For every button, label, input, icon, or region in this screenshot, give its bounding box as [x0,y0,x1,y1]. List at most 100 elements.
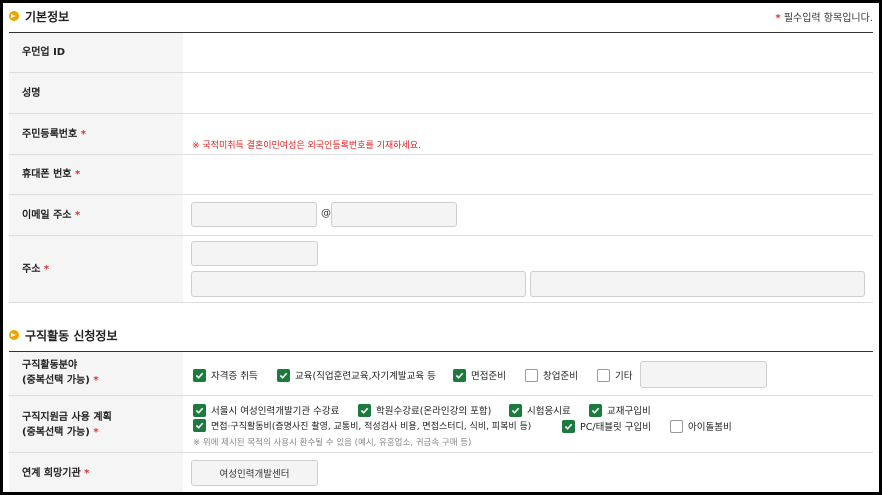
plan-interview-expenses[interactable]: 면접·구직활동비(증명사진 촬영, 교통비, 적성검사 비용, 면접스터디, 식… [193,419,531,432]
required-star: * [74,210,81,221]
email-domain-input[interactable] [331,202,457,227]
label-address: 주소 * [22,262,49,277]
plan-pc-tablet[interactable]: PC/태블릿 구입비 [562,419,651,433]
plan-exam-fee[interactable]: 시험응시료 [509,403,571,417]
required-star: * [84,468,90,479]
required-star: * [775,13,781,24]
checkbox-checked-icon[interactable] [589,403,602,417]
option-label: 창업준비 [543,371,578,382]
label-email-text: 이메일 주소 [22,210,72,221]
option-interview[interactable]: 면접준비 [453,368,506,382]
plan-academy-tuition[interactable]: 학원수강료(온라인강의 포함) [358,403,491,417]
label-job-field: 구직활동분야 (중복선택 가능) * [22,358,99,388]
option-label: 교육(직업훈련교육,자기계발교육 등 [295,371,436,382]
required-star: * [93,375,99,386]
row-linked-agency: 연계 희망기관 * 여성인력개발센터 [9,453,873,492]
option-label: PC/태블릿 구입비 [580,422,652,433]
checkbox-checked-icon[interactable] [562,419,575,433]
label-cell: 주민등록번호 * [9,114,183,154]
email-at-sign: @ [321,208,331,219]
section-basic-header: 기본정보 [9,6,69,26]
option-label: 자격증 취득 [211,371,258,382]
checkbox-checked-icon[interactable] [193,368,206,382]
basic-info-table: 우먼업 ID 성명 주민등록번호 * ※ 국적미취득 결혼이민여성은 외국인등록… [9,32,873,303]
linked-agency-button[interactable]: 여성인력개발센터 [191,460,318,486]
label-woman-id: 우먼업 ID [22,47,66,58]
checkbox-checked-icon[interactable] [277,368,290,382]
address-detail-input[interactable] [530,271,865,297]
row-address: 주소 * [9,236,873,303]
plan-childcare[interactable]: 아이돌봄비 [670,419,732,433]
option-label: 아이돌봄비 [688,422,732,433]
checkbox-checked-icon[interactable] [358,403,371,417]
row-woman-id: 우먼업 ID [9,33,873,73]
option-label: 서울시 여성인력개발기관 수강료 [211,406,340,417]
label-cell: 주소 * [9,236,183,302]
label-resident-no-text: 주민등록번호 [22,129,78,140]
section-job-header: 구직활동 신청정보 [9,325,118,345]
label-cell: 우먼업 ID [9,33,183,72]
label-linked-agency: 연계 희망기관 * [22,466,89,481]
label-phone-text: 휴대폰 번호 [22,169,72,180]
option-label: 시험응시료 [527,406,571,417]
checkbox-unchecked-icon[interactable] [670,419,683,433]
option-label: 교재구입비 [607,406,651,417]
address-main-input[interactable] [191,271,526,297]
checkbox-checked-icon[interactable] [193,419,206,432]
label-cell: 구직활동분야 (중복선택 가능) * [9,352,183,395]
plan-tuition-center[interactable]: 서울시 여성인력개발기관 수강료 [193,403,339,417]
section-bullet-icon [9,11,19,21]
row-email: 이메일 주소 * @ [9,195,873,236]
checkbox-checked-icon[interactable] [453,368,466,382]
label-phone: 휴대폰 번호 * [22,167,80,182]
label-job-field-line1: 구직활동분야 [22,360,78,371]
option-label: 학원수강료(온라인강의 포함) [376,406,492,417]
row-job-field: 구직활동분야 (중복선택 가능) * 자격증 취득 교육(직업훈련교육,자기계발교… [9,352,873,396]
label-cell: 구직지원금 사용 계획 (중복선택 가능) * [9,396,183,452]
required-star: * [80,129,86,140]
option-label: 면접·구직활동비(증명사진 촬영, 교통비, 적성검사 비용, 면접스터디, 식… [211,422,532,432]
option-label: 면접준비 [471,371,506,382]
plan-note: ※ 위에 제시된 목적의 사용시 환수될 수 있음 (예시, 유흥업소, 귀금속… [193,438,472,448]
other-input[interactable] [640,361,767,388]
section-bullet-icon [9,330,19,340]
option-other[interactable]: 기타 [597,368,632,382]
option-education[interactable]: 교육(직업훈련교육,자기계발교육 등 [277,368,436,382]
label-cell: 연계 희망기관 * [9,453,183,492]
checkbox-unchecked-icon[interactable] [525,368,538,382]
checkbox-checked-icon[interactable] [193,403,206,417]
label-job-field-line2: (중복선택 가능) [22,375,90,386]
required-note-text: 필수입력 항목입니다. [783,13,873,24]
section-job-title: 구직활동 신청정보 [25,328,118,343]
label-support-plan-line1: 구직지원금 사용 계획 [22,412,112,423]
zipcode-input[interactable] [191,241,318,266]
row-phone: 휴대폰 번호 * [9,155,873,195]
required-star: * [74,169,81,180]
option-label: 기타 [615,371,633,382]
checkbox-unchecked-icon[interactable] [597,368,610,382]
required-note: * 필수입력 항목입니다. [775,9,873,24]
option-certificate[interactable]: 자격증 취득 [193,368,258,382]
row-support-plan: 구직지원금 사용 계획 (중복선택 가능) * 서울시 여성인력개발기관 수강료 … [9,396,873,453]
required-star: * [43,264,50,275]
checkbox-checked-icon[interactable] [509,403,522,417]
label-cell: 성명 [9,73,183,113]
plan-textbook[interactable]: 교재구입비 [589,403,651,417]
email-local-input[interactable] [191,202,317,227]
label-cell: 이메일 주소 * [9,195,183,235]
row-resident-no: 주민등록번호 * ※ 국적미취득 결혼이민여성은 외국인등록번호를 기재하세요. [9,114,873,155]
label-name: 성명 [22,88,41,99]
label-cell: 휴대폰 번호 * [9,155,183,194]
label-linked-agency-text: 연계 희망기관 [22,468,81,479]
label-email: 이메일 주소 * [22,208,80,223]
row-name: 성명 [9,73,873,114]
section-basic-title: 기본정보 [25,9,70,24]
label-address-text: 주소 [22,264,41,275]
required-star: * [93,427,99,438]
label-support-plan-line2: (중복선택 가능) [22,427,90,438]
job-info-table: 구직활동분야 (중복선택 가능) * 자격증 취득 교육(직업훈련교육,자기계발교… [9,351,873,492]
option-startup[interactable]: 창업준비 [525,368,578,382]
label-resident-no: 주민등록번호 * [22,127,86,142]
label-support-plan: 구직지원금 사용 계획 (중복선택 가능) * [22,410,112,440]
resident-notice: ※ 국적미취득 결혼이민여성은 외국인등록번호를 기재하세요. [192,141,421,151]
